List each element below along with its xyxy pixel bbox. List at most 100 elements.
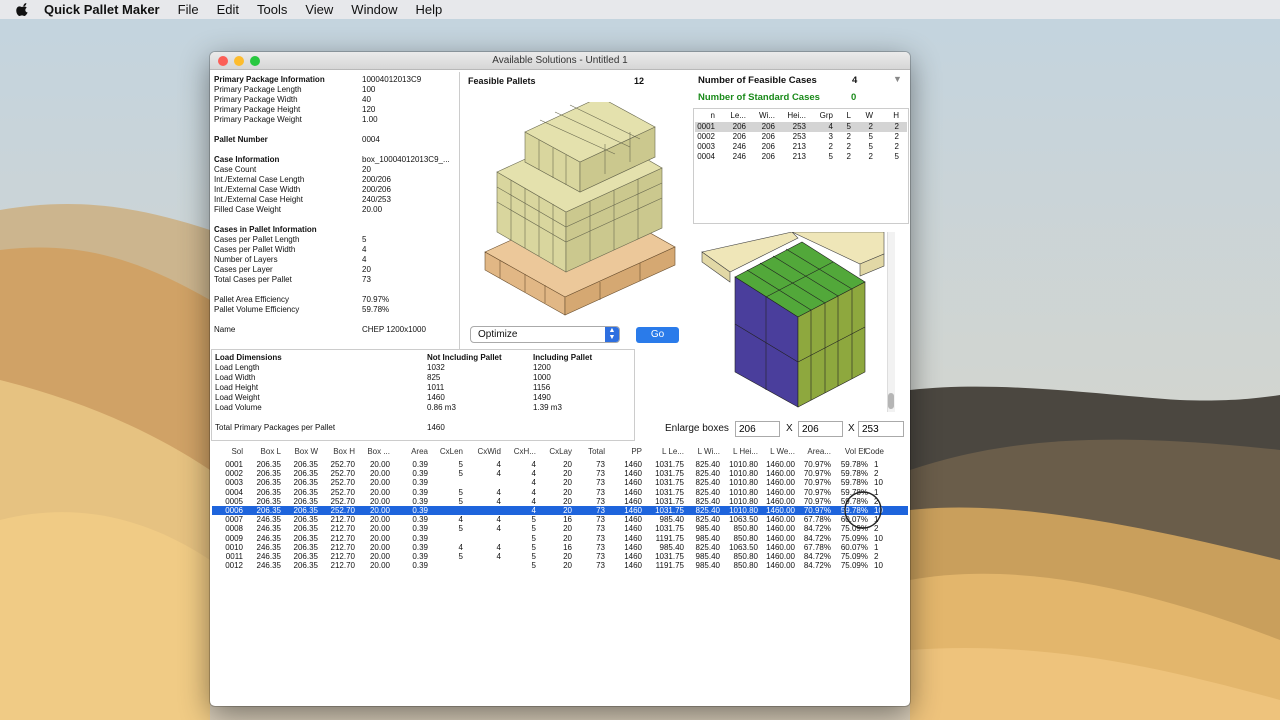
cases-table-row[interactable]: 0002 206 206 253 3 2 5 2 [695,132,907,142]
solutions-cell: 206.35 [293,496,318,506]
solutions-cell: 825.40 [695,460,720,469]
solutions-row[interactable]: 0004 206.35 206.35 252.70 20.00 0.39 5 4 4 20 73 14… [212,488,908,497]
solutions-cell: 20.00 [369,506,390,515]
solutions-cell: 1460.00 [766,561,795,571]
solutions-header-cell: Code [864,447,884,456]
solutions-cell: 70.97% [803,469,831,479]
enlarge-y-field[interactable] [798,421,843,437]
cases-table-row[interactable]: 0003 246 206 213 2 2 5 2 [695,142,907,152]
app-name-menu[interactable]: Quick Pallet Maker [44,2,160,17]
solutions-cell: 5 [458,487,463,497]
solutions-cell: 212.70 [330,533,355,543]
info-value: 73 [362,275,371,284]
case-contents-icon [734,241,866,408]
solutions-cell: 1460 [624,533,642,543]
solutions-row[interactable]: 0003 206.35 206.35 252.70 20.00 0.39 4 20 73 1460… [212,478,908,487]
enlarge-z-field[interactable] [858,421,904,437]
go-button[interactable]: Go [636,327,679,343]
info-label: Filled Case Weight [214,205,281,214]
solutions-cell: 825.40 [695,515,720,525]
solutions-row[interactable]: 0008 246.35 206.35 212.70 20.00 0.39 5 4 5 20 73 14… [212,524,908,533]
solutions-cell: 985.40 [659,515,684,525]
solutions-cell: 73 [596,506,605,515]
load-header: Load Dimensions [215,353,282,362]
solutions-header-cell: CxLen [439,447,463,456]
load-header: Including Pallet [533,353,593,362]
solutions-row[interactable]: 0010 246.35 206.35 212.70 20.00 0.39 4 4 5 16 73 14… [212,543,908,552]
collapse-triangle-icon[interactable]: ▼ [893,74,902,84]
solutions-cell: 4 [496,524,501,534]
info-value: 20 [362,265,371,274]
solutions-cell: 67.78% [803,515,831,525]
solutions-cell: 1031.75 [655,506,684,515]
solutions-cell: 246.35 [256,552,281,561]
cases-table-row[interactable]: 0004 246 206 213 5 2 2 5 [695,152,907,162]
solutions-cell: 1191.75 [655,533,684,543]
solutions-cell: 212.70 [330,542,355,552]
load-cell: 0.86 m3 [427,403,456,412]
info-value: 1.00 [362,115,378,124]
solutions-cell: 1460 [624,515,642,525]
cases-table-header: n Le... Wi... Hei... Grp L W H [695,111,907,121]
solutions-cell: 212.70 [330,524,355,534]
close-button[interactable] [218,56,228,66]
menu-tools[interactable]: Tools [257,2,287,17]
apple-logo-icon[interactable] [16,2,30,17]
solutions-row[interactable]: 0001 206.35 206.35 252.70 20.00 0.39 5 4 4 20 73 14… [212,460,908,469]
cases-cell: 2 [894,122,899,131]
cases-table-row[interactable]: 0001 206 206 253 4 5 2 2 [695,122,907,132]
menu-edit[interactable]: Edit [217,2,239,17]
solutions-cell: 1460.00 [766,460,795,469]
solutions-cell: 1460 [624,478,642,488]
solutions-cell: 73 [596,515,605,525]
solutions-cell: 0.39 [412,469,428,479]
solutions-row[interactable]: 0012 246.35 206.35 212.70 20.00 0.39 5 20 73 1460… [212,561,908,570]
menu-file[interactable]: File [178,2,199,17]
solutions-cell: 1031.75 [655,478,684,488]
solutions-cell: 5 [458,460,463,469]
menu-help[interactable]: Help [416,2,443,17]
solutions-row[interactable]: 0007 246.35 206.35 212.70 20.00 0.39 4 4 5 16 73 14… [212,515,908,524]
solutions-row[interactable]: 0011 246.35 206.35 212.70 20.00 0.39 5 4 5 20 73 14… [212,552,908,561]
optimize-select-value: Optimize [478,329,518,340]
solutions-cell: 73 [596,552,605,561]
cases-cell: 0002 [697,132,715,141]
solutions-cell: 20.00 [369,515,390,525]
solutions-row[interactable]: 0005 206.35 206.35 252.70 20.00 0.39 5 4 4 20 73 14… [212,497,908,506]
solutions-cell: 5 [458,496,463,506]
solutions-cell: 1460 [624,542,642,552]
solutions-cell: 1010.80 [729,496,758,506]
preview-scrollbar[interactable] [887,232,895,412]
optimize-select[interactable]: Optimize ▲ ▼ [470,326,620,343]
solutions-cell: 850.80 [733,561,758,571]
solutions-cell: 206.35 [293,478,318,488]
load-header: Not Including Pallet [427,353,502,362]
solutions-cell: 206.35 [256,496,281,506]
solutions-row[interactable]: 0009 246.35 206.35 212.70 20.00 0.39 5 20 73 1460… [212,534,908,543]
solutions-cell: 206.35 [293,542,318,552]
solutions-cell: 75.09% [840,533,868,543]
cases-cell: 206 [761,152,775,161]
enlarge-x-field[interactable] [735,421,780,437]
minimize-button[interactable] [234,56,244,66]
solutions-header-cell: Sol [231,447,243,456]
solutions-row[interactable]: 0006 206.35 206.35 252.70 20.00 0.39 4 20 73 1460… [212,506,908,515]
solutions-cell: 252.70 [330,469,355,479]
solutions-cell: 20.00 [369,561,390,571]
load-cell: 1000 [533,373,551,382]
cases-cell: 2 [894,132,899,141]
cases-cell: 206 [761,142,775,151]
solutions-cell: 73 [596,542,605,552]
solutions-cell: 206.35 [293,469,318,479]
menu-window[interactable]: Window [351,2,397,17]
solutions-cell: 84.72% [803,552,831,561]
zoom-button[interactable] [250,56,260,66]
window-titlebar[interactable]: Available Solutions - Untitled 1 [210,52,910,70]
solutions-cell: 212.70 [330,561,355,571]
solutions-row[interactable]: 0002 206.35 206.35 252.70 20.00 0.39 5 4 4 20 73 14… [212,469,908,478]
solutions-cell: 70.97% [803,506,831,515]
solutions-cell: 67.78% [803,542,831,552]
load-cell: Load Height [215,383,259,392]
solutions-cell: 0.39 [412,515,428,525]
menu-view[interactable]: View [305,2,333,17]
